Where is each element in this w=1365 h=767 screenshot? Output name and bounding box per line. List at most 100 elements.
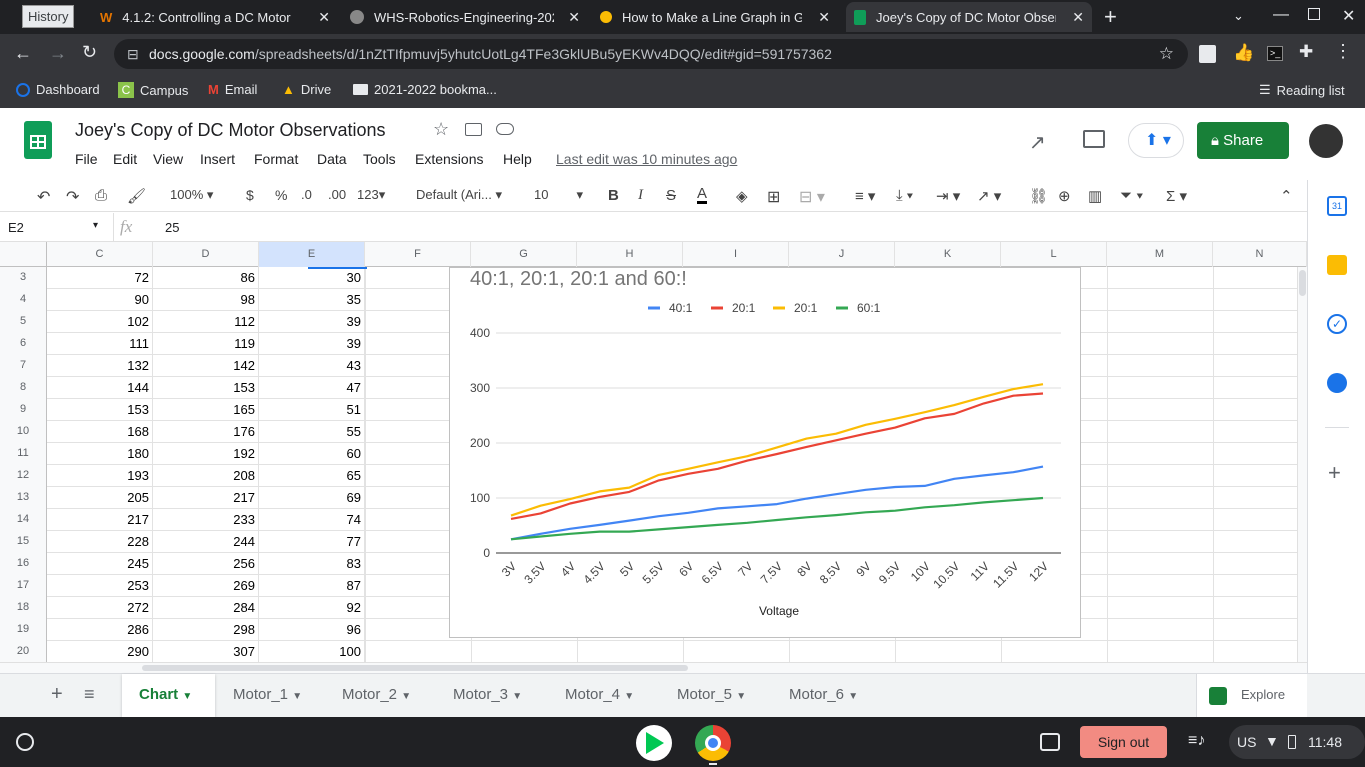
address-bar[interactable]: ⊟ docs.google.com/spreadsheets/d/1nZtTIf… (114, 39, 1188, 69)
keep-icon[interactable] (1327, 255, 1347, 275)
column-header[interactable]: G (471, 242, 577, 267)
text-color-icon[interactable]: A (697, 186, 708, 204)
row-header[interactable]: 15 (0, 531, 47, 553)
row-header[interactable]: 13 (0, 487, 47, 509)
menu-extensions[interactable]: Extensions (415, 151, 483, 167)
cell-d[interactable]: 176 (153, 421, 259, 443)
cell-e[interactable]: 51 (259, 399, 365, 421)
bookmark-folder[interactable]: 2021-2022 bookma... (353, 82, 497, 97)
cell-d[interactable]: 244 (153, 531, 259, 553)
cell-e[interactable]: 83 (259, 553, 365, 575)
bookmark-dashboard[interactable]: Dashboard (16, 82, 100, 97)
formula-input[interactable]: 25 (165, 220, 179, 235)
cell-e[interactable]: 35 (259, 289, 365, 311)
cell-d[interactable]: 192 (153, 443, 259, 465)
cell-d[interactable]: 217 (153, 487, 259, 509)
cell-c[interactable]: 245 (47, 553, 153, 575)
cell-d[interactable]: 142 (153, 355, 259, 377)
insert-comment-icon[interactable]: ⊕ (1058, 187, 1071, 205)
play-store-icon[interactable] (636, 725, 672, 761)
calendar-icon[interactable]: 31 (1327, 196, 1347, 216)
column-header[interactable]: N (1213, 242, 1307, 267)
all-sheets-icon[interactable]: ≡ (84, 684, 95, 705)
horizontal-align-icon[interactable]: ≡ ▾ (855, 187, 875, 205)
cell-d[interactable]: 298 (153, 619, 259, 641)
row-header[interactable]: 6 (0, 333, 47, 355)
name-box-dropdown-icon[interactable]: ▾ (93, 220, 98, 231)
cell-d[interactable]: 307 (153, 641, 259, 662)
document-title[interactable]: Joey's Copy of DC Motor Observations (75, 120, 386, 141)
column-header[interactable]: K (895, 242, 1001, 267)
cell-c[interactable]: 144 (47, 377, 153, 399)
extensions-puzzle-icon[interactable]: ✚ (1299, 42, 1313, 62)
merge-cells-icon[interactable]: ⊟ ▾ (799, 187, 825, 207)
font-select[interactable]: Default (Ari... ▾ (416, 187, 502, 203)
avatar[interactable] (1309, 124, 1343, 158)
vertical-align-icon[interactable]: ⤓ ▾ (896, 187, 913, 204)
menu-edit[interactable]: Edit (113, 151, 137, 167)
italic-icon[interactable]: I (638, 187, 643, 204)
column-header[interactable]: L (1001, 242, 1107, 267)
increase-decimal-button[interactable]: .00 (328, 187, 346, 202)
cell-c[interactable]: 205 (47, 487, 153, 509)
cell-c[interactable]: 168 (47, 421, 153, 443)
sheet-tab-motor-4[interactable]: Motor_4 ▼ (565, 674, 634, 717)
cell-c[interactable]: 286 (47, 619, 153, 641)
column-header[interactable]: I (683, 242, 789, 267)
cell-e[interactable]: 87 (259, 575, 365, 597)
strikethrough-icon[interactable]: S (666, 187, 676, 204)
launcher-icon[interactable] (16, 733, 34, 751)
cell-c[interactable]: 180 (47, 443, 153, 465)
row-header[interactable]: 9 (0, 399, 47, 421)
row-header[interactable]: 14 (0, 509, 47, 531)
sheet-tab-motor-1[interactable]: Motor_1 ▼ (233, 674, 302, 717)
status-area[interactable]: US ▼ 11:48 (1229, 725, 1365, 759)
cell-e[interactable]: 65 (259, 465, 365, 487)
column-header[interactable]: M (1107, 242, 1213, 267)
sheet-tab-motor-2[interactable]: Motor_2 ▼ (342, 674, 411, 717)
scrollbar-thumb[interactable] (1299, 270, 1306, 296)
column-header-selected[interactable]: E (259, 242, 365, 267)
borders-icon[interactable]: ⊞ (767, 187, 780, 207)
restore-icon[interactable] (1308, 8, 1320, 20)
bookmark-star-icon[interactable]: ☆ (1159, 39, 1174, 69)
row-header[interactable]: 12 (0, 465, 47, 487)
cell-e[interactable]: 43 (259, 355, 365, 377)
browser-menu-icon[interactable]: ⋮ (1334, 41, 1352, 62)
move-folder-icon[interactable] (465, 123, 482, 136)
terminal-extension-icon[interactable]: >_ (1267, 46, 1283, 61)
reload-icon[interactable]: ↻ (82, 42, 97, 63)
chrome-icon[interactable] (695, 725, 731, 761)
cell-c[interactable]: 111 (47, 333, 153, 355)
sheets-logo-icon[interactable] (24, 121, 52, 159)
cell-d[interactable]: 153 (153, 377, 259, 399)
row-header[interactable]: 8 (0, 377, 47, 399)
present-button[interactable]: ⬆ ▾ (1128, 123, 1184, 158)
menu-tools[interactable]: Tools (363, 151, 396, 167)
close-window-icon[interactable]: ✕ (1342, 6, 1355, 26)
sheet-tab-chart[interactable]: Chart ▼ (122, 674, 215, 717)
cell-c[interactable]: 253 (47, 575, 153, 597)
name-box[interactable]: E2 (8, 220, 24, 235)
insert-chart-icon[interactable]: ▥ (1088, 187, 1102, 205)
tasks-icon[interactable]: ✓ (1327, 314, 1347, 334)
menu-view[interactable]: View (153, 151, 183, 167)
sign-out-button[interactable]: Sign out (1080, 726, 1167, 758)
thumbs-up-extension-icon[interactable]: 👍 (1233, 43, 1254, 63)
row-header[interactable]: 4 (0, 289, 47, 311)
bookmark-campus[interactable]: C Campus (118, 82, 188, 98)
sheet-tab-motor-6[interactable]: Motor_6 ▼ (789, 674, 858, 717)
column-header[interactable]: H (577, 242, 683, 267)
column-header[interactable]: C (47, 242, 153, 267)
history-chip[interactable]: History (22, 5, 75, 28)
scrollbar-thumb[interactable] (142, 665, 688, 671)
fill-color-icon[interactable]: ◈ (736, 187, 748, 205)
cell-e[interactable]: 100 (259, 641, 365, 662)
font-size-select[interactable]: 10 ▾ (534, 187, 583, 203)
new-tab-icon[interactable]: + (1104, 4, 1117, 30)
cell-c[interactable]: 132 (47, 355, 153, 377)
cell-c[interactable]: 193 (47, 465, 153, 487)
cell-e[interactable]: 96 (259, 619, 365, 641)
cell-e[interactable]: 69 (259, 487, 365, 509)
corner-cell[interactable] (0, 242, 47, 267)
